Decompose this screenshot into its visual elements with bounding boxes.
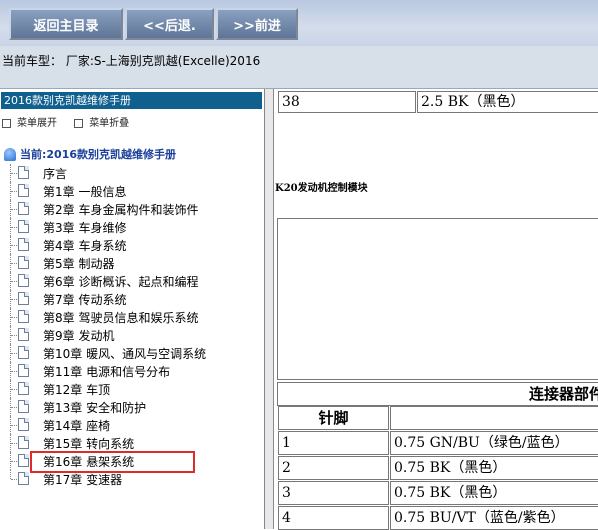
tree-item-label: 第15章 转向系统: [43, 437, 135, 451]
document-icon: [18, 346, 29, 359]
book-icon: [4, 147, 16, 161]
tree-item-label: 第11章 电源和信号分布: [43, 365, 171, 379]
tree-connector: [11, 245, 17, 246]
navigation-panel: 2016款别克凯越维修手册 菜单展开 菜单折叠 当前:2016款别克凯越维修手册…: [0, 89, 265, 529]
menu-controls: 菜单展开 菜单折叠: [2, 114, 143, 129]
home-button[interactable]: 返回主目录: [9, 8, 123, 40]
top-toolbar: 返回主目录 <<后退. >>前进: [0, 0, 598, 46]
vehicle-model-text: 当前车型： 厂家:S-上海别克凯越(Excelle)2016: [2, 54, 261, 68]
tree-item-label: 第6章 诊断概诉、起点和编程: [43, 275, 199, 289]
tree-connector: [11, 443, 17, 444]
tree-item-label: 第8章 驾驶员信息和娱乐系统: [43, 311, 199, 325]
tree-root[interactable]: 当前:2016款别克凯越维修手册: [4, 146, 176, 162]
pin-number-cell: 4: [278, 506, 389, 530]
connector-part-header: 连接器部件: [277, 382, 598, 406]
menu-collapse-label: 菜单折叠: [89, 118, 130, 129]
tree-item-label: 第3章 车身维修: [43, 221, 127, 235]
pin-cell: 38: [278, 91, 416, 113]
wire-cell: 2.5 BK（黑色）: [417, 91, 598, 113]
pin-number-cell: 2: [278, 456, 389, 480]
pin-column-header: 针脚: [278, 406, 389, 430]
tree-item-label: 第1章 一般信息: [43, 185, 127, 199]
tree-connector: [11, 209, 17, 210]
document-icon: [18, 274, 29, 287]
document-icon: [18, 328, 29, 341]
tree-connector: [11, 191, 17, 192]
back-button[interactable]: <<后退.: [125, 8, 214, 40]
wire-column-header: [390, 406, 598, 430]
tree-connector: [11, 263, 17, 264]
tree-connector: [11, 173, 17, 174]
document-icon: [18, 292, 29, 305]
tree-item-label: 第2章 车身金属构件和装饰件: [43, 203, 199, 217]
tree-item-label: 第5章 制动器: [43, 257, 115, 271]
document-icon: [18, 202, 29, 215]
tree-connector: [11, 479, 17, 480]
document-icon: [18, 364, 29, 377]
menu-expand-button[interactable]: 菜单展开: [2, 118, 57, 129]
tree-connector: [11, 317, 17, 318]
tree-item-label: 第13章 安全和防护: [43, 401, 147, 415]
tree-item-label: 序言: [43, 167, 68, 181]
tree-item-label: 第9章 发动机: [43, 329, 115, 343]
tree-connector: [10, 470, 12, 479]
tree-connector: [11, 353, 17, 354]
tree-connector: [11, 425, 17, 426]
tree-root-label: 当前:2016款别克凯越维修手册: [20, 148, 177, 161]
expand-icon: [2, 118, 11, 128]
forward-button[interactable]: >>前进: [216, 8, 298, 40]
document-icon: [18, 220, 29, 233]
menu-expand-label: 菜单展开: [17, 118, 57, 129]
collapse-icon: [74, 118, 84, 128]
wire-spec-cell: 0.75 BU/VT（蓝色/紫色）: [390, 506, 598, 530]
document-icon: [18, 382, 29, 395]
document-icon: [18, 454, 29, 467]
document-icon: [18, 238, 29, 251]
tree-connector: [11, 281, 17, 282]
tree-connector: [11, 335, 17, 336]
wire-spec-cell: 0.75 GN/BU（绿色/蓝色）: [390, 431, 598, 455]
tree-connector: [11, 389, 17, 390]
tree-item-label: 第17章 变速器: [43, 473, 123, 487]
document-icon: [18, 400, 29, 413]
module-title: K20发动机控制模块: [275, 183, 368, 194]
tree-item-label: 第4章 车身系统: [43, 239, 127, 253]
document-icon: [18, 472, 29, 485]
tree-connector: [11, 299, 17, 300]
tree-connector: [11, 461, 17, 462]
pin-number-cell: 1: [278, 431, 389, 455]
tree-connector: [11, 227, 17, 228]
tree-connector: [11, 407, 17, 408]
document-icon: [18, 166, 29, 179]
wire-spec-cell: 0.75 BK（黑色）: [390, 456, 598, 480]
tree-item-label: 第7章 传动系统: [43, 293, 127, 307]
vehicle-model-bar: 当前车型： 厂家:S-上海别克凯越(Excelle)2016: [0, 46, 598, 89]
tree-item-label: 第10章 暖风、通风与空调系统: [43, 347, 207, 361]
tree-item-label: 第12章 车顶: [43, 383, 111, 397]
document-icon: [18, 436, 29, 449]
document-icon: [18, 310, 29, 323]
panel-splitter[interactable]: [265, 89, 274, 529]
document-icon: [18, 256, 29, 269]
tree-item-label: 第14章 座椅: [43, 419, 111, 433]
document-icon: [18, 418, 29, 431]
selection-highlight-box: [30, 451, 195, 473]
wire-spec-cell: 0.75 BK（黑色）: [390, 481, 598, 505]
manual-title: 2016款别克凯越维修手册: [1, 92, 262, 109]
connector-image-area: [277, 218, 598, 380]
menu-collapse-button[interactable]: 菜单折叠: [74, 118, 129, 129]
tree-connector: [11, 371, 17, 372]
document-icon: [18, 184, 29, 197]
pin-number-cell: 3: [278, 481, 389, 505]
